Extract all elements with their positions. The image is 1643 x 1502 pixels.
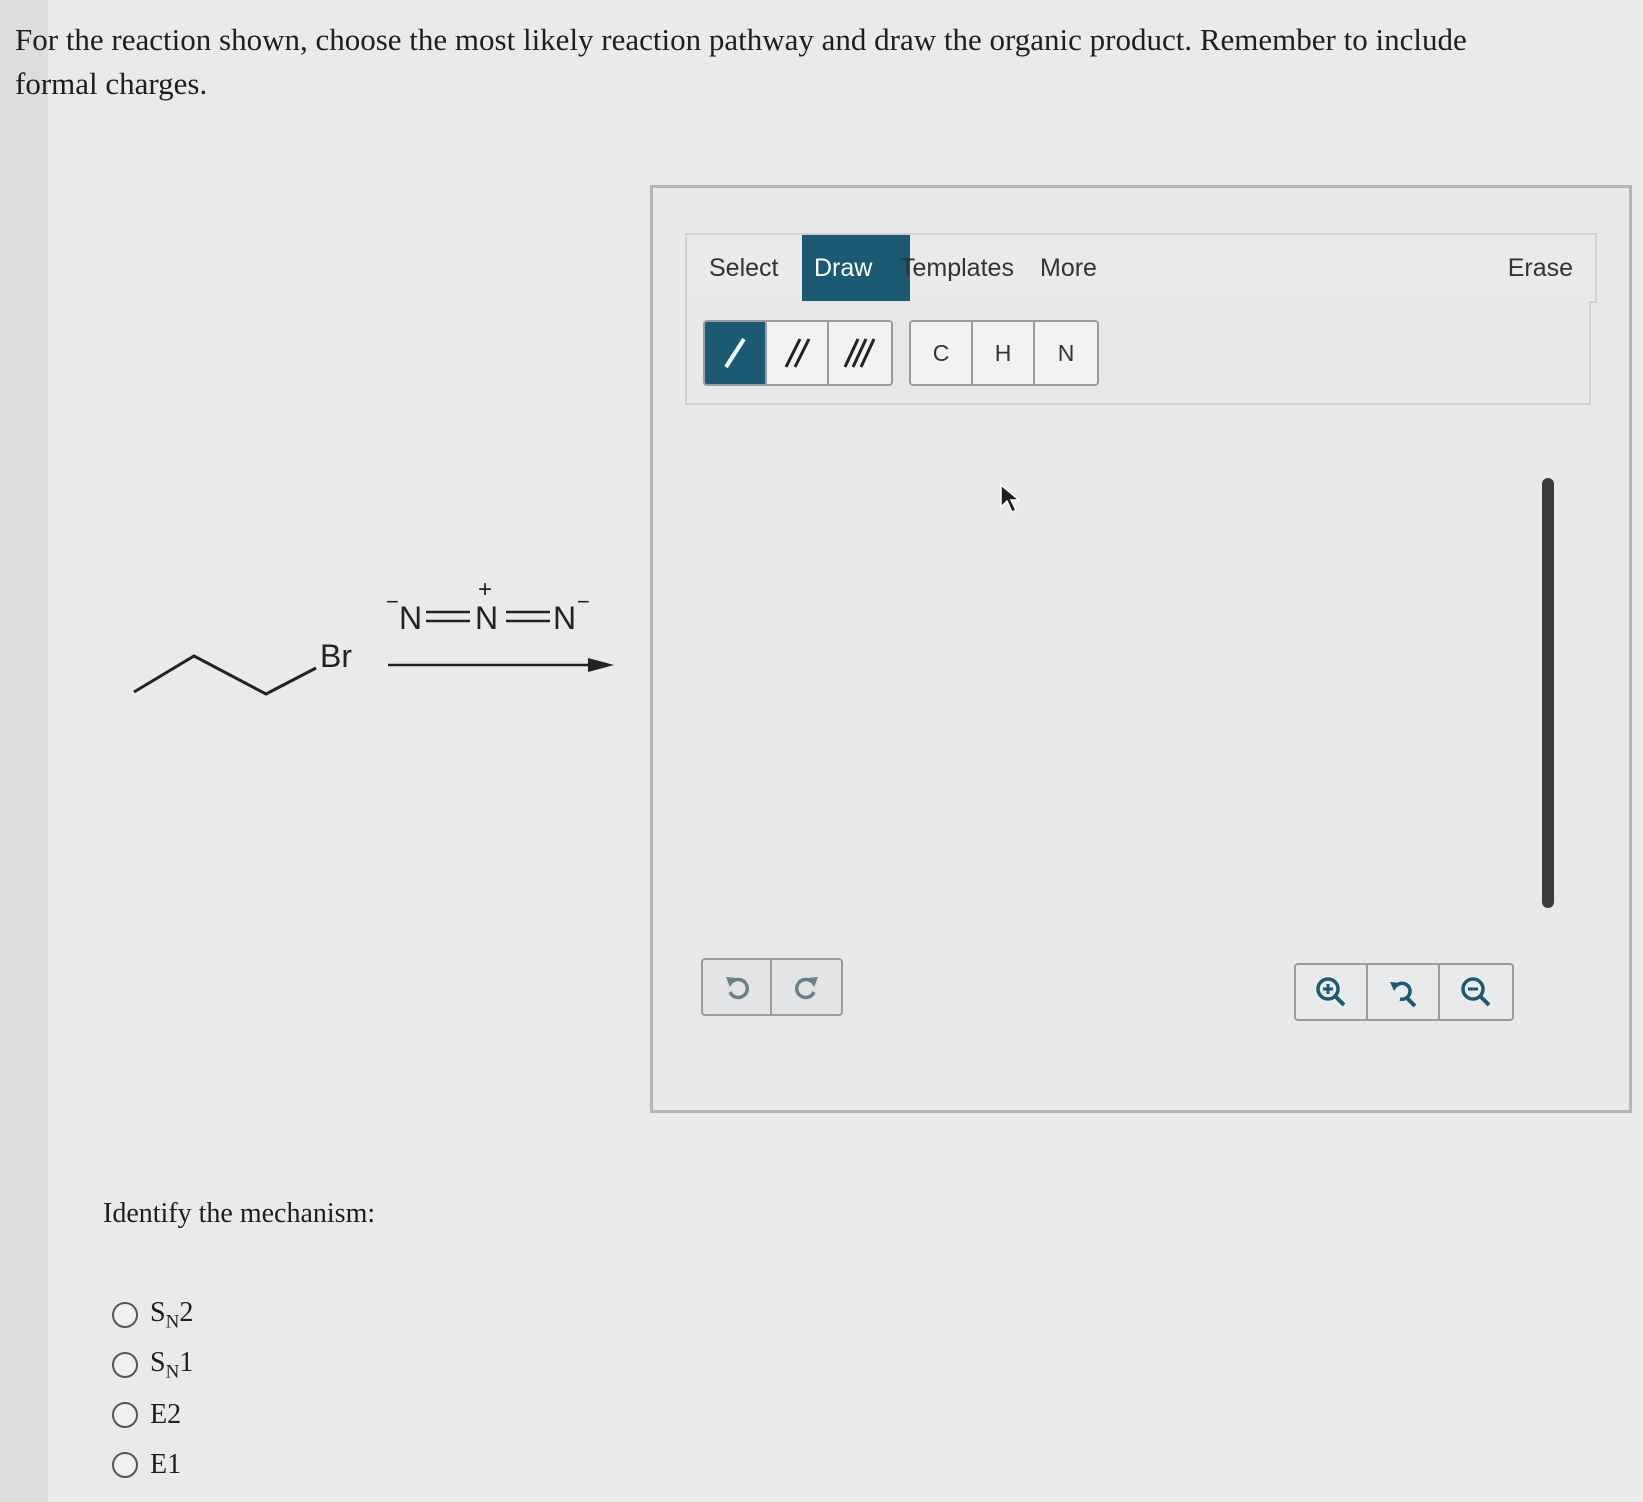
erase-button[interactable]: Erase — [1496, 235, 1585, 301]
redo-icon — [794, 977, 818, 1000]
option-sn2-label: SN2 — [150, 1296, 194, 1333]
radio-e1[interactable] — [112, 1452, 138, 1478]
tab-more[interactable]: More — [1028, 235, 1109, 301]
single-bond-button[interactable] — [705, 322, 767, 384]
zoom-tools — [1294, 963, 1514, 1021]
option-e2-label: E2 — [150, 1399, 182, 1430]
option-sn1[interactable]: SN1 — [112, 1340, 193, 1390]
mouse-pointer-icon — [999, 483, 1022, 520]
triple-bond-button[interactable] — [829, 322, 891, 384]
zoom-in-button[interactable] — [1296, 965, 1368, 1019]
single-bond-icon — [724, 337, 746, 369]
bromine-label: Br — [320, 638, 352, 674]
radio-e2[interactable] — [112, 1402, 138, 1428]
double-bond-button[interactable] — [767, 322, 829, 384]
option-e1-label: E1 — [150, 1449, 182, 1480]
zoom-reset-icon — [1390, 981, 1417, 1008]
nitrogen-atom-button[interactable]: N — [1035, 322, 1097, 384]
redo-button[interactable] — [772, 960, 841, 1014]
tab-templates[interactable]: Templates — [888, 235, 1026, 301]
left-n-charge: − — [386, 589, 399, 614]
undo-button[interactable] — [703, 960, 772, 1014]
atom-tools: C H N — [909, 320, 1099, 386]
bond-tools — [703, 320, 893, 386]
triple-bond-icon — [843, 338, 876, 368]
reaction-scheme: Br − N + N N − — [120, 576, 640, 740]
question-text: For the reaction shown, choose the most … — [15, 22, 1467, 101]
zoom-out-button[interactable] — [1440, 965, 1512, 1019]
tab-select[interactable]: Select — [697, 235, 790, 301]
canvas-scrollbar[interactable] — [1542, 478, 1554, 908]
editor-tab-bar: Select Draw Templates More Erase — [685, 233, 1597, 303]
right-n-atom: N — [553, 600, 577, 636]
hydrogen-atom-button[interactable]: H — [973, 322, 1035, 384]
mechanism-options: SN2 SN1 E2 E1 — [112, 1290, 193, 1490]
option-sn2[interactable]: SN2 — [112, 1290, 193, 1340]
reaction-arrow-head — [588, 658, 614, 672]
double-bond-icon — [784, 338, 811, 368]
zoom-in-icon — [1316, 977, 1346, 1007]
propyl-chain — [133, 654, 317, 696]
left-n-atom: N — [399, 600, 423, 636]
option-e2[interactable]: E2 — [112, 1390, 193, 1440]
left-margin-strip — [0, 0, 48, 1502]
option-e1[interactable]: E1 — [112, 1440, 193, 1490]
carbon-atom-button[interactable]: C — [911, 322, 973, 384]
radio-sn1[interactable] — [112, 1352, 138, 1378]
zoom-out-icon — [1461, 977, 1491, 1007]
option-sn1-label: SN1 — [150, 1346, 194, 1383]
radio-sn2[interactable] — [112, 1302, 138, 1328]
mechanism-prompt: Identify the mechanism: — [103, 1198, 376, 1229]
history-tools — [701, 958, 843, 1016]
center-n-atom: N — [475, 600, 499, 636]
undo-icon — [725, 977, 749, 1000]
zoom-reset-button[interactable] — [1368, 965, 1440, 1019]
right-n-charge: − — [577, 589, 590, 614]
